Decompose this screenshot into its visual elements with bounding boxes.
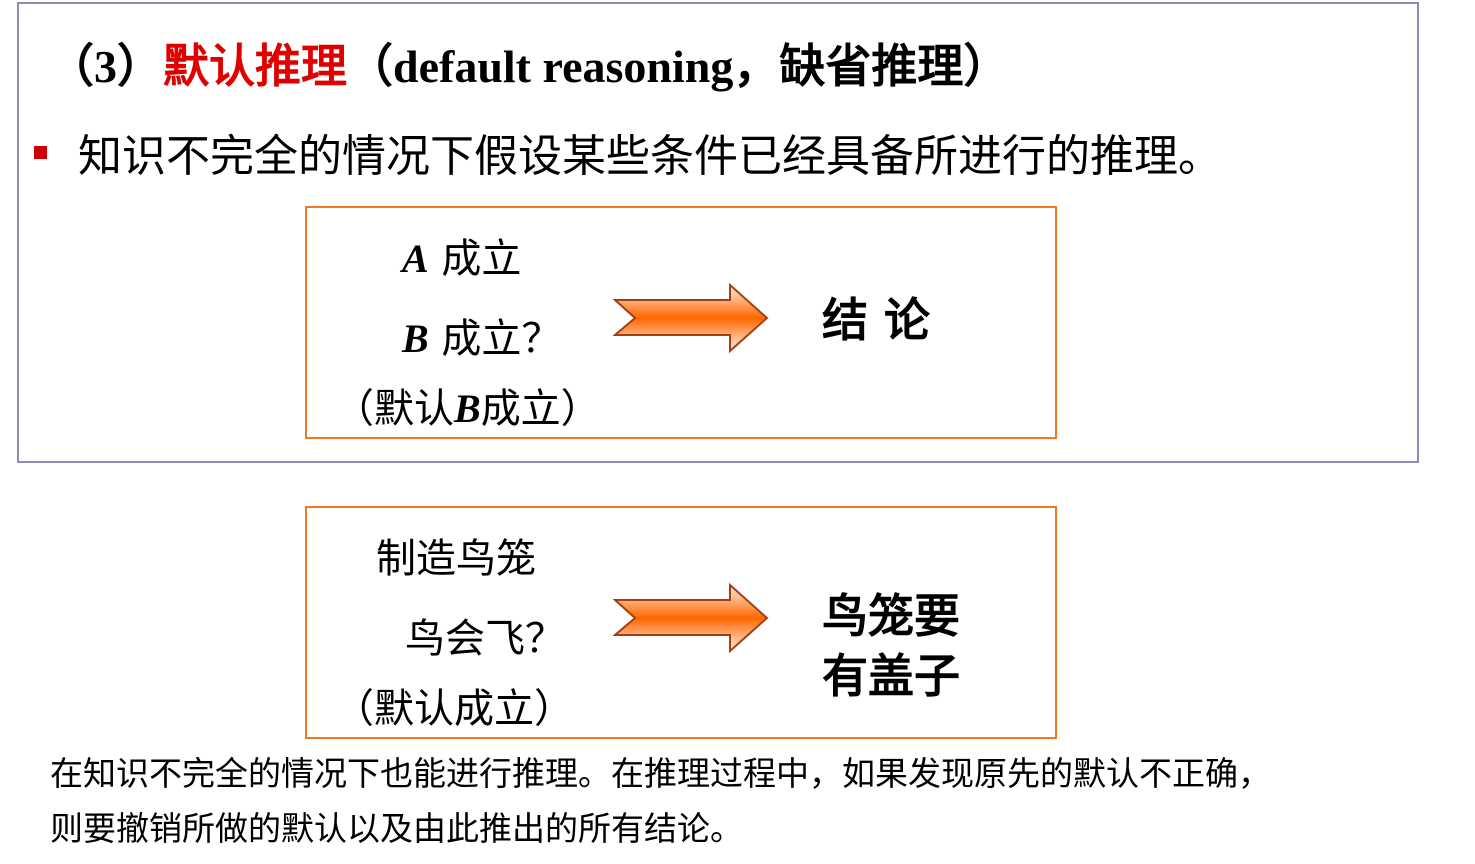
example2-line3: （默认成立）	[334, 686, 574, 732]
example1-conclusion: 结 论	[822, 293, 931, 347]
example1-line1: A 成立	[402, 226, 521, 284]
example2-line1: 制造鸟笼	[376, 536, 536, 582]
arrow-right-icon	[613, 583, 769, 653]
title-prefix: （3）	[48, 41, 163, 92]
text: 成立）	[480, 386, 601, 432]
var-b: B	[402, 316, 429, 361]
arrow-right-icon	[613, 283, 769, 353]
example2-conclusion: 鸟笼要 有盖子	[822, 586, 960, 706]
title-suffix: （default reasoning，缺省推理）	[347, 41, 1010, 92]
bullet-text: 知识不完全的情况下假设某些条件已经具备所进行的推理。	[78, 131, 1222, 182]
note-paragraph: 在知识不完全的情况下也能进行推理。在推理过程中，如果发现原先的默认不正确， 则要撤…	[50, 746, 1271, 856]
example1-line2: B 成立？	[402, 306, 561, 364]
var-b: B	[454, 386, 481, 431]
var-a: A	[402, 236, 429, 281]
conclusion-line: 鸟笼要	[822, 589, 960, 643]
text: 成立？	[428, 316, 562, 362]
title-term: 默认推理	[163, 41, 347, 92]
bullet-icon	[34, 146, 47, 159]
text: （默认	[334, 386, 454, 432]
note-line: 在知识不完全的情况下也能进行推理。在推理过程中，如果发现原先的默认不正确，	[50, 754, 1271, 793]
example1-line3: （默认B成立）	[334, 376, 601, 434]
example2-line2: 鸟会飞？	[405, 616, 565, 662]
conclusion-line: 有盖子	[822, 649, 960, 703]
section-title: （3）默认推理（default reasoning，缺省推理）	[48, 30, 1009, 96]
text: 成立	[428, 236, 522, 282]
note-line: 则要撤销所做的默认以及由此推出的所有结论。	[50, 809, 743, 848]
